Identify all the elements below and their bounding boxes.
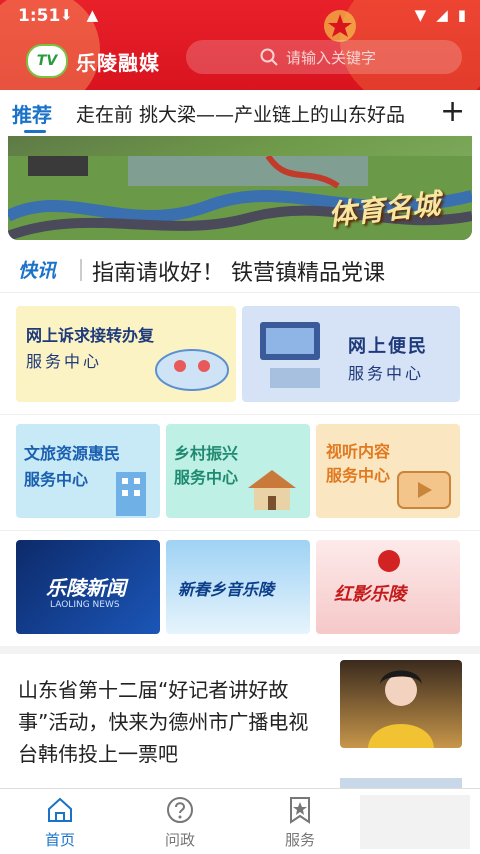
app-header: 1:51 ⬇ ▲ ▼ ◢ ▮ TV 乐陵融媒 请输入关键字: [0, 0, 480, 90]
cloud-icon: [155, 349, 229, 391]
building-icon: [116, 472, 146, 516]
service-subtitle: 服务中心: [348, 364, 425, 383]
service-subtitle: 服务中心: [174, 468, 239, 487]
service-card-culture[interactable]: 文旅资源惠民 服务中心: [16, 424, 160, 518]
question-icon: [167, 797, 193, 823]
divider: [0, 530, 480, 531]
service-title: 视听内容: [326, 442, 391, 461]
service-title: 乡村振兴: [174, 444, 239, 463]
nav-service[interactable]: 服务: [260, 795, 340, 850]
wifi-icon: ▼: [414, 6, 427, 24]
computer-icon: [260, 322, 320, 388]
signal-icon: ◢: [436, 6, 448, 24]
service-subtitle: 服务中心: [24, 470, 89, 489]
watermark-area: [360, 795, 470, 849]
service-subtitle: 服务中心: [26, 352, 103, 371]
nav-home-label: 首页: [44, 831, 75, 849]
status-bar: 1:51 ⬇ ▲ ▼ ◢ ▮: [0, 0, 480, 32]
program-card-news[interactable]: 乐陵新闻 LAOLING NEWS: [16, 540, 160, 634]
next-article-thumbnail: [340, 778, 462, 788]
program-subtitle: LAOLING NEWS: [50, 600, 120, 610]
article-title: 山东省第十二届“好记者讲好故事”活动，快来为德州市广播电视台韩伟投上一票吧: [18, 678, 309, 766]
divider: [80, 259, 82, 281]
nav-service-label: 服务: [284, 831, 315, 849]
search-placeholder: 请输入关键字: [286, 48, 377, 67]
tab-indicator: [24, 130, 46, 133]
status-time: 1:51: [18, 6, 61, 26]
nav-home[interactable]: 首页: [20, 795, 100, 850]
bottom-navigation: 首页 问政 服务: [0, 788, 480, 854]
quick-news-bar[interactable]: 快讯 指南请收好！ 铁营镇精品党课: [0, 246, 480, 293]
add-channel-button[interactable]: +: [440, 94, 465, 129]
home-icon: [48, 797, 72, 822]
channel-tabs: 推荐 走在前 挑大梁——产业链上的山东好品 +: [0, 90, 480, 136]
banner-carousel[interactable]: 体育名城: [8, 136, 472, 240]
service-title: 网上便民: [348, 336, 428, 357]
article-thumbnail: [340, 660, 462, 748]
program-card-spring[interactable]: 新春乡音乐陵: [166, 540, 310, 634]
divider: [0, 414, 480, 415]
program-title: 红影乐陵: [334, 584, 406, 605]
program-title: 新春乡音乐陵: [178, 580, 275, 599]
search-bar[interactable]: 请输入关键字: [186, 40, 462, 74]
battery-icon: ▮: [457, 6, 466, 24]
divider: [0, 646, 480, 654]
article-item[interactable]: 山东省第十二届“好记者讲好故事”活动，快来为德州市广播电视台韩伟投上一票吧: [0, 656, 480, 768]
app-notification-icon: ▲: [86, 6, 99, 24]
person-image: [368, 670, 434, 748]
program-title: 乐陵新闻: [46, 576, 126, 600]
quick-news-text[interactable]: 指南请收好！ 铁营镇精品党课: [92, 255, 462, 287]
search-icon: [260, 48, 278, 66]
star-bookmark-icon: [290, 797, 310, 824]
service-card-convenience[interactable]: 网上便民 服务中心: [242, 306, 460, 402]
nav-inquiry-label: 问政: [164, 831, 195, 849]
service-title: 文旅资源惠民: [24, 444, 121, 463]
app-name: 乐陵融媒: [76, 50, 160, 75]
house-icon: [248, 470, 296, 510]
service-subtitle: 服务中心: [326, 466, 391, 485]
program-card-red[interactable]: 红影乐陵: [316, 540, 460, 634]
quick-news-label: 快讯: [18, 260, 57, 282]
service-title: 网上诉求接转办复: [26, 326, 155, 345]
service-card-media[interactable]: 视听内容 服务中心: [316, 424, 460, 518]
tv-icon: [397, 471, 451, 509]
nav-inquiry[interactable]: 问政: [140, 795, 220, 850]
download-icon: ⬇: [60, 6, 73, 24]
tab-recommend[interactable]: 推荐: [12, 99, 52, 128]
app-logo-icon: TV: [26, 44, 68, 78]
service-card-village[interactable]: 乡村振兴 服务中心: [166, 424, 310, 518]
service-card-appeal[interactable]: 网上诉求接转办复 服务中心: [16, 306, 236, 402]
tab-headline[interactable]: 走在前 挑大梁——产业链上的山东好品: [76, 100, 428, 127]
brand: TV 乐陵融媒: [26, 44, 160, 78]
party-emblem-icon: [378, 550, 400, 572]
